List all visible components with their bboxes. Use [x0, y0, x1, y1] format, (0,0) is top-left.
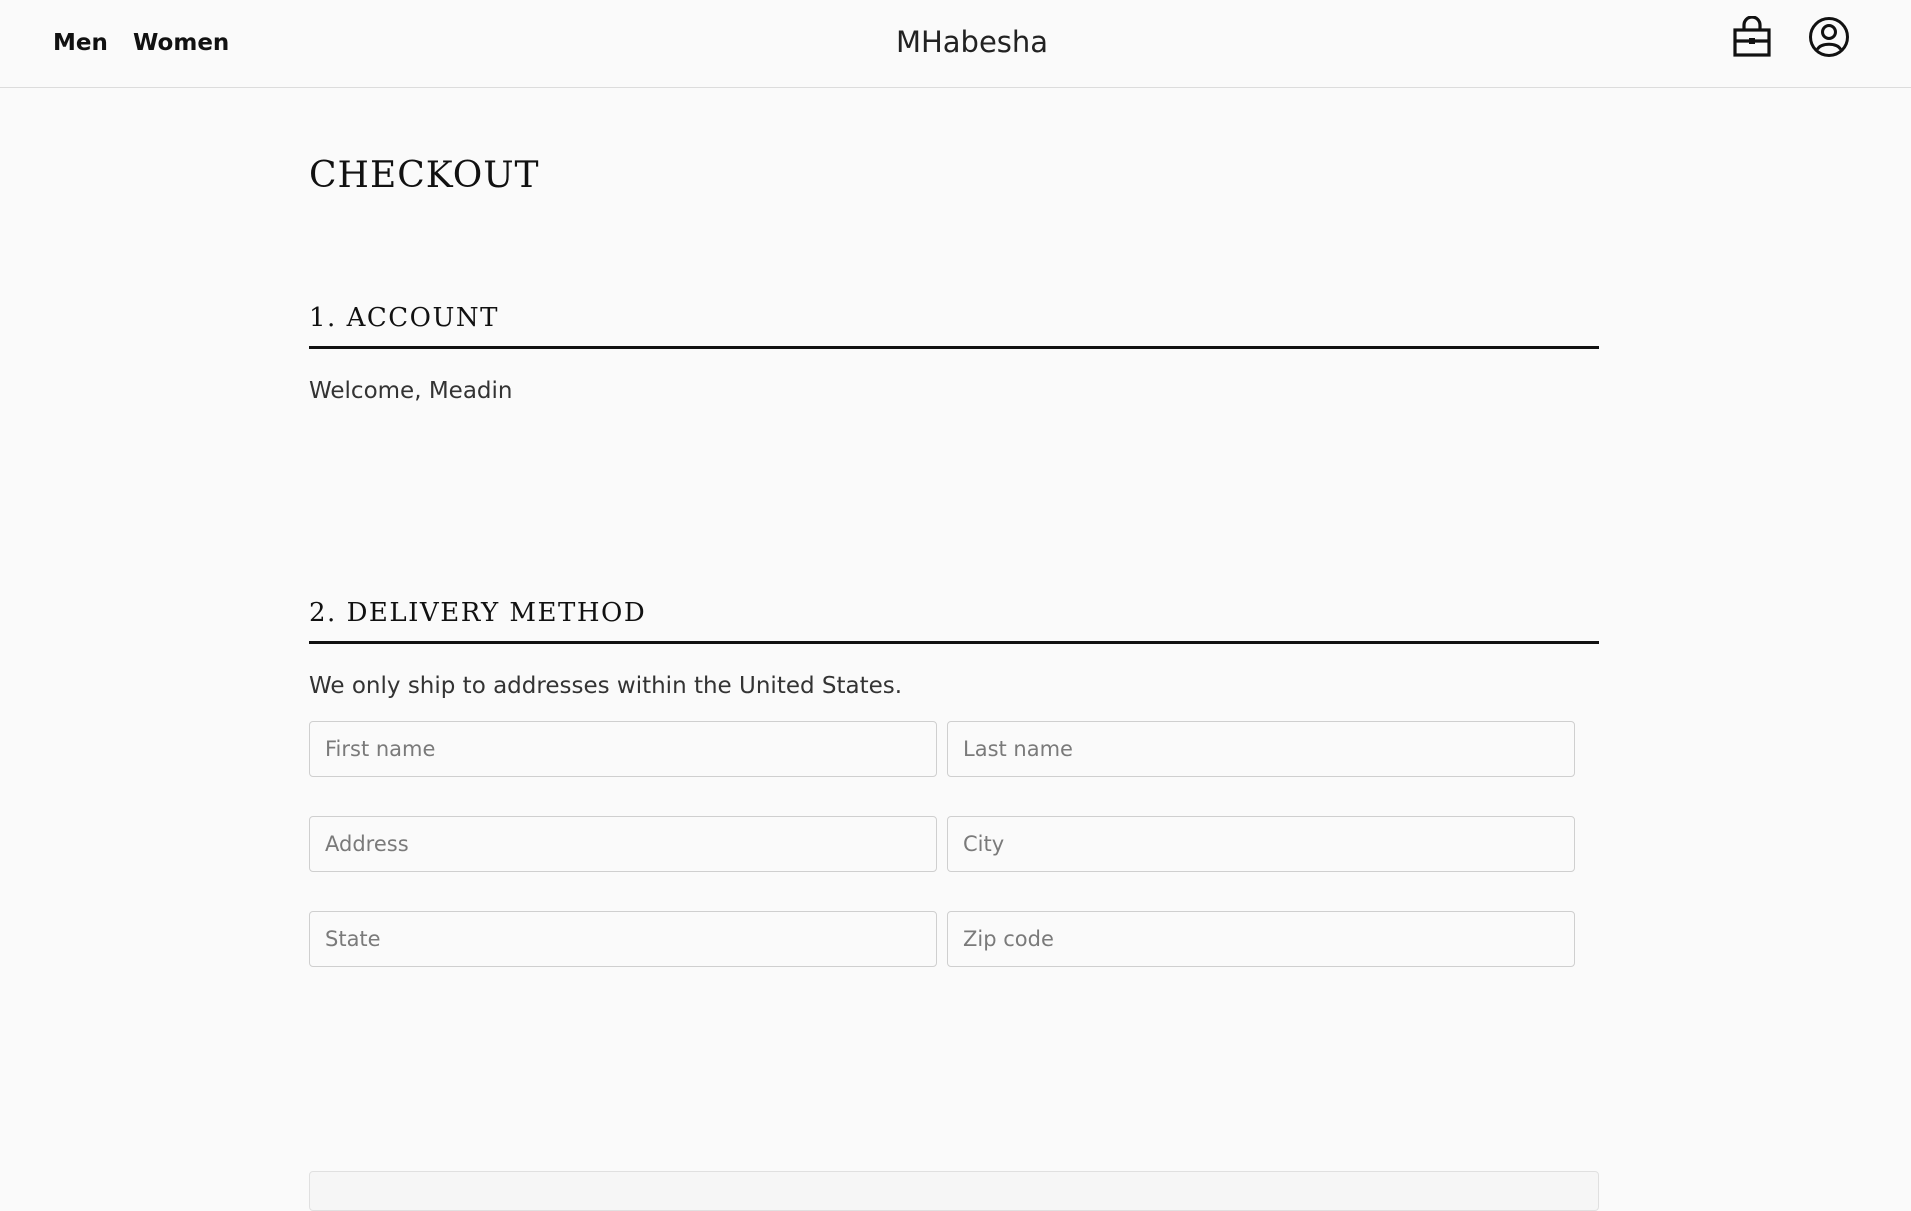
last-name-input[interactable]	[947, 721, 1575, 777]
delivery-section-heading: 2. DELIVERY METHOD	[309, 598, 647, 628]
city-input[interactable]	[947, 816, 1575, 872]
address-input[interactable]	[309, 816, 937, 872]
nav-link-men[interactable]: Men	[53, 27, 108, 59]
section-divider	[309, 641, 1599, 644]
shipping-note: We only ship to addresses within the Uni…	[309, 673, 903, 699]
brand-logo-text[interactable]: MHabesha	[896, 25, 1048, 59]
nav-link-women[interactable]: Women	[133, 27, 229, 59]
state-input[interactable]	[309, 911, 937, 967]
page-title: CHECKOUT	[309, 155, 540, 196]
shopping-bag-icon	[1733, 16, 1771, 57]
first-name-input[interactable]	[309, 721, 937, 777]
account-button[interactable]	[1807, 14, 1851, 60]
brand-container: MHabesha	[0, 22, 1911, 62]
account-circle-icon	[1809, 17, 1849, 57]
welcome-message: Welcome, Meadin	[309, 378, 513, 404]
cart-button[interactable]	[1730, 14, 1774, 60]
site-header: Men Women MHabesha	[0, 0, 1911, 88]
order-summary-panel	[309, 1171, 1599, 1211]
section-divider	[309, 346, 1599, 349]
zip-code-input[interactable]	[947, 911, 1575, 967]
account-section-heading: 1. ACCOUNT	[309, 303, 499, 333]
